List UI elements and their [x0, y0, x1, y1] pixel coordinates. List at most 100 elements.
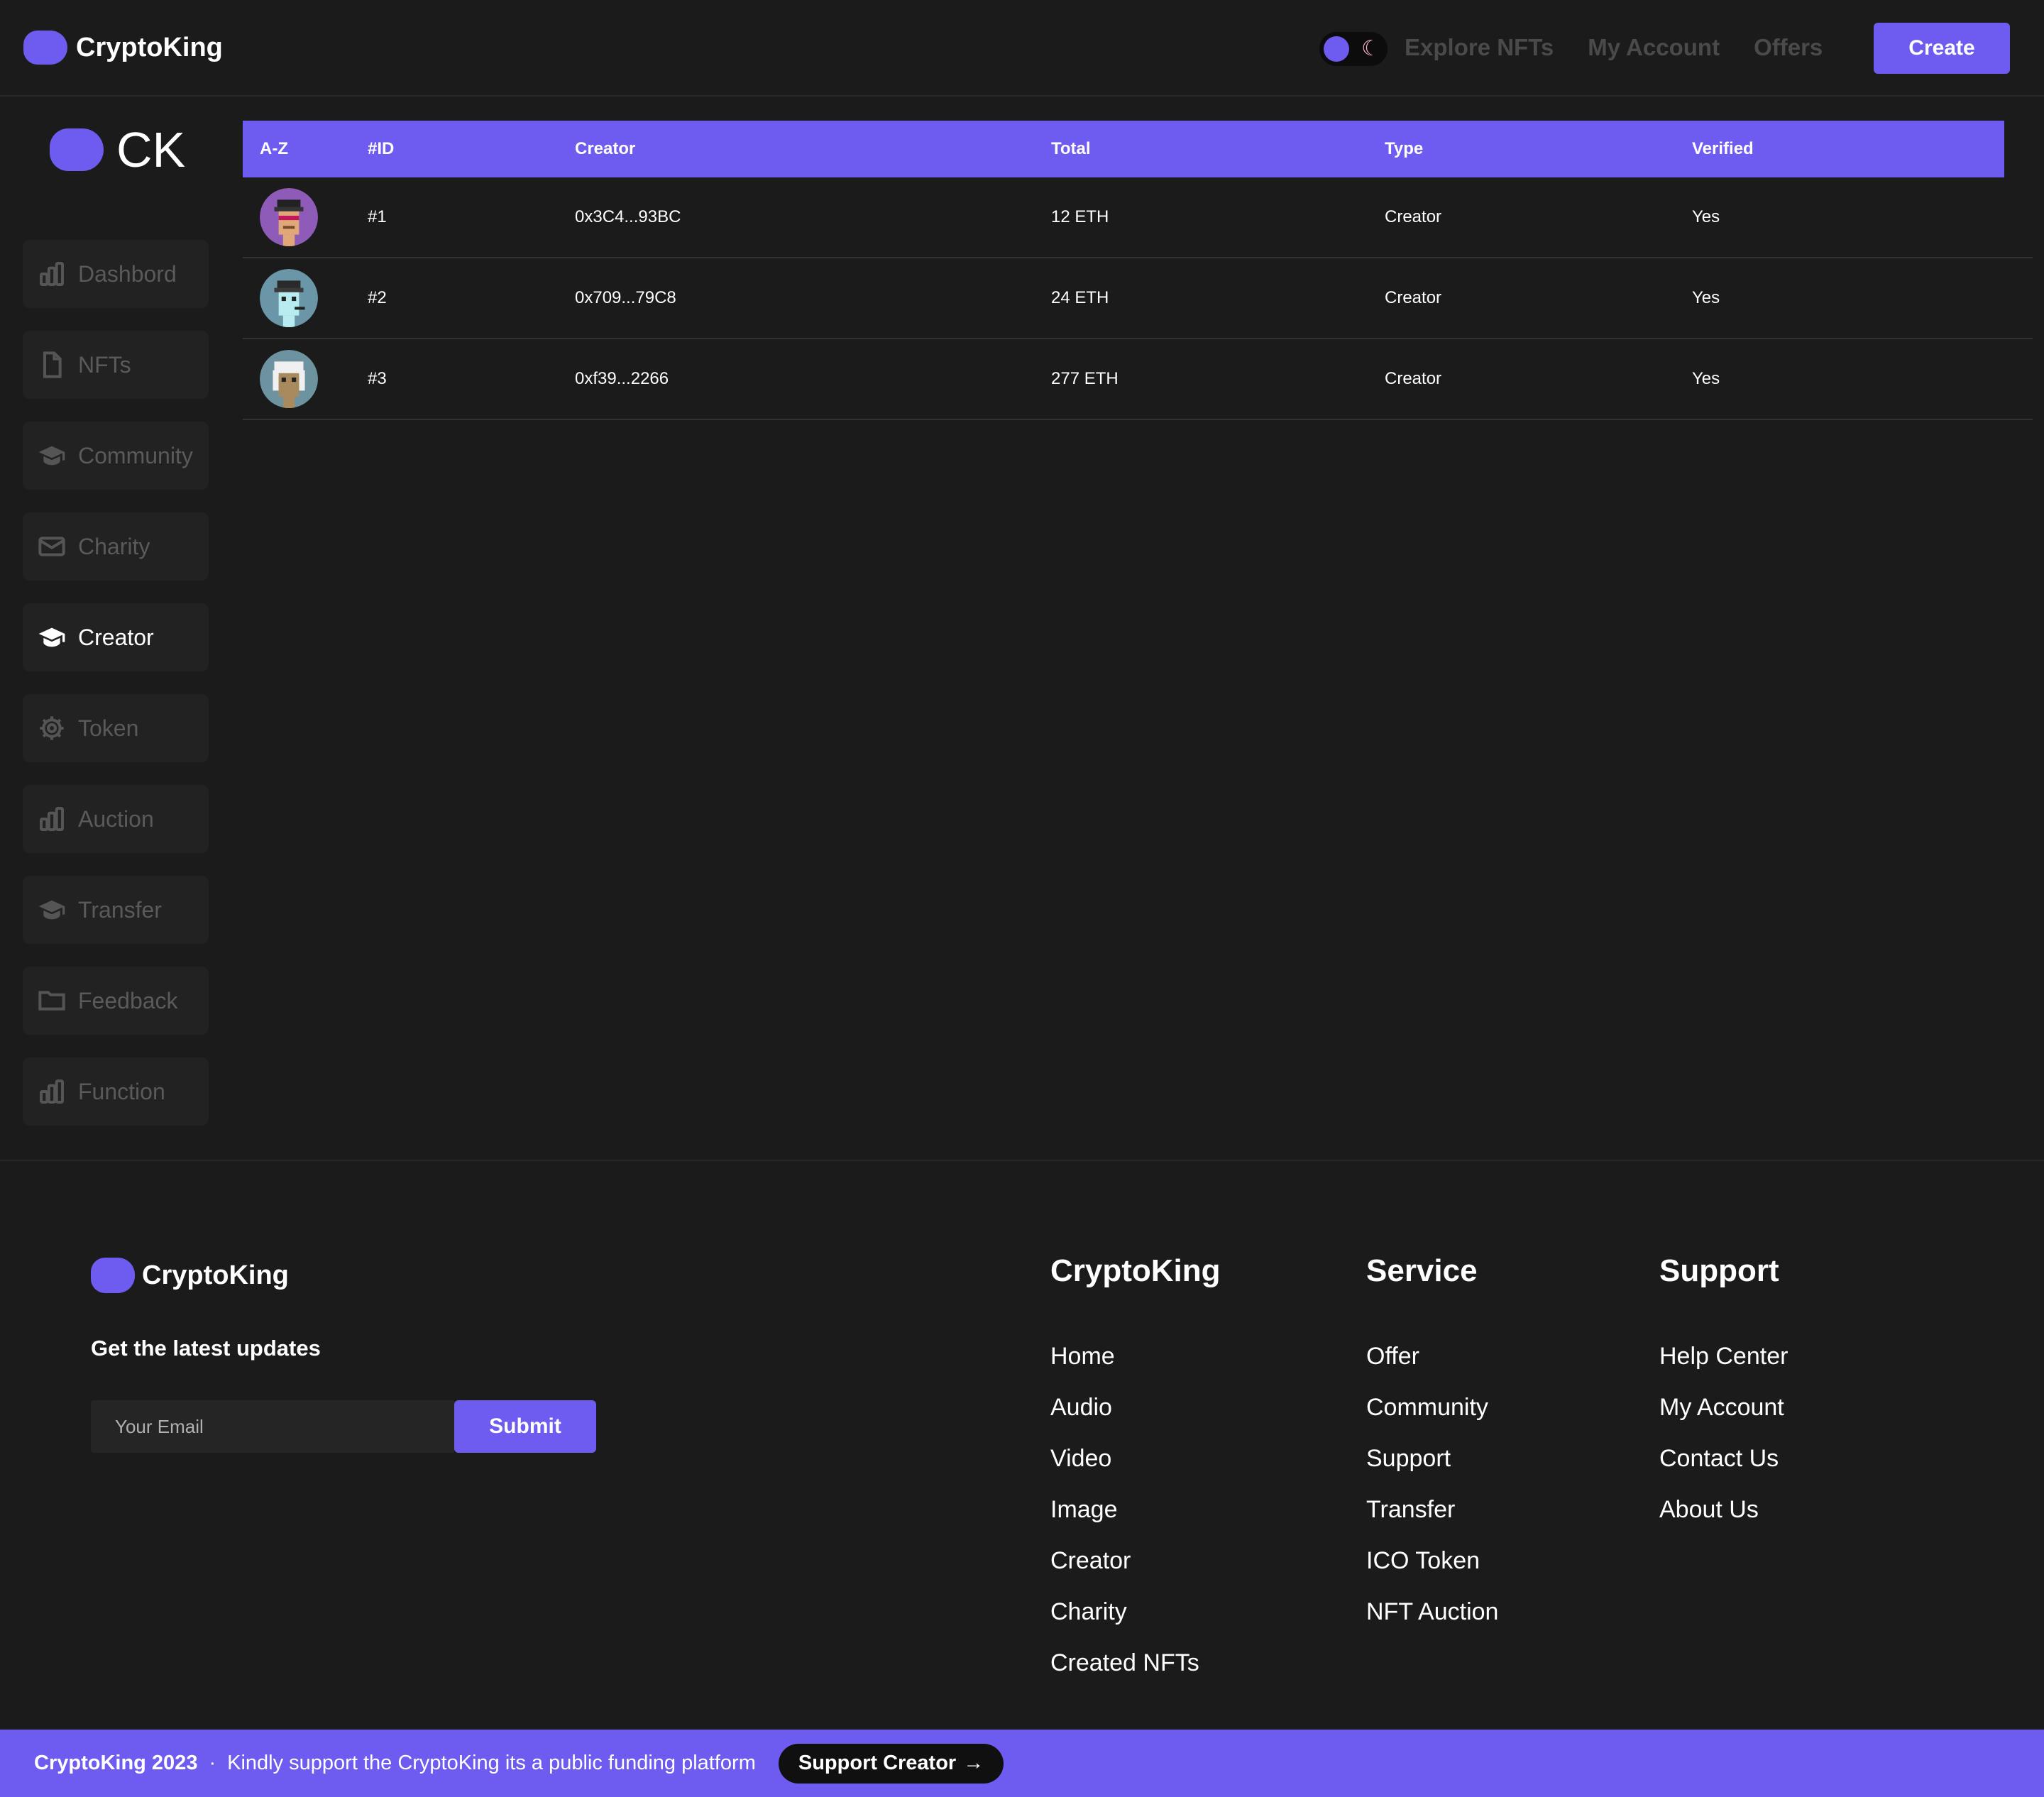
column-header-id[interactable]: #ID [351, 139, 558, 159]
row-total: 24 ETH [1051, 288, 1109, 307]
theme-toggle[interactable]: ☾ [1319, 32, 1388, 66]
sidebar-item-function[interactable]: Function [23, 1057, 209, 1126]
table-row[interactable]: #1 0x3C4...93BC 12 ETH Creator Yes [243, 177, 2033, 258]
sidebar-item-community[interactable]: Community [23, 422, 209, 490]
column-header-type[interactable]: Type [1368, 139, 1675, 159]
arrow-right-icon: → [963, 1752, 984, 1774]
submit-button[interactable]: Submit [454, 1400, 596, 1453]
row-creator-address: 0x709...79C8 [575, 288, 676, 307]
create-button[interactable]: Create [1874, 23, 2010, 74]
sidebar-item-label: Community [78, 442, 193, 468]
footer-link-creator[interactable]: Creator [1050, 1547, 1221, 1598]
footer-link-video[interactable]: Video [1050, 1445, 1221, 1496]
nav-link-offers[interactable]: Offers [1754, 34, 1823, 61]
logo-pill-icon [91, 1258, 135, 1293]
nav-link-my-account[interactable]: My Account [1588, 34, 1720, 61]
footer-link-community[interactable]: Community [1366, 1394, 1498, 1445]
footer-link-ico-token[interactable]: ICO Token [1366, 1547, 1498, 1598]
sidebar-item-label: Function [78, 1078, 165, 1104]
column-header-az[interactable]: A-Z [243, 139, 351, 159]
row-verified: Yes [1692, 207, 1720, 226]
row-id: #1 [368, 207, 387, 226]
column-header-verified[interactable]: Verified [1675, 139, 1754, 159]
sidebar-item-label: Creator [78, 624, 154, 650]
sidebar-logo[interactable]: CK [50, 125, 185, 175]
sidebar-item-label: Auction [78, 806, 154, 832]
footer-column-support: Support Help Center My Account Contact U… [1659, 1253, 1788, 1547]
graduation-cap-icon [37, 895, 67, 925]
footer-link-help-center[interactable]: Help Center [1659, 1343, 1788, 1394]
graduation-cap-icon [37, 441, 67, 471]
footer-column-title: Support [1659, 1253, 1779, 1288]
row-id: #3 [368, 369, 387, 388]
table-row[interactable]: #2 0x709...79C8 24 ETH Creator Yes [243, 258, 2033, 339]
table-row[interactable]: #3 0xf39...2266 277 ETH Creator Yes [243, 339, 2033, 420]
footer-brand-name: CryptoKing [142, 1260, 289, 1290]
brand-logo[interactable]: CryptoKing [23, 31, 223, 65]
footer-link-home[interactable]: Home [1050, 1343, 1221, 1394]
newsletter-heading: Get the latest updates [91, 1336, 321, 1361]
row-verified: Yes [1692, 288, 1720, 307]
sidebar-item-transfer[interactable]: Transfer [23, 876, 209, 944]
footer-link-offer[interactable]: Offer [1366, 1343, 1498, 1394]
sidebar-item-charity[interactable]: Charity [23, 512, 209, 581]
sidebar-item-token[interactable]: Token [23, 694, 209, 762]
avatar [260, 188, 318, 246]
copyright-text: CryptoKing 2023 [34, 1752, 198, 1774]
sidebar-item-creator[interactable]: Creator [23, 603, 209, 671]
logo-pill-icon [23, 31, 67, 65]
footer-link-my-account[interactable]: My Account [1659, 1394, 1788, 1445]
sidebar-item-feedback[interactable]: Feedback [23, 967, 209, 1035]
sidebar: Dashbord NFTs Community Charity Creator … [23, 240, 209, 1148]
footer-column-title: Service [1366, 1253, 1478, 1288]
sidebar-item-dashbord[interactable]: Dashbord [23, 240, 209, 308]
row-total: 277 ETH [1051, 369, 1119, 388]
row-type: Creator [1385, 207, 1442, 226]
footer-link-nft-auction[interactable]: NFT Auction [1366, 1598, 1498, 1649]
footer-link-about-us[interactable]: About Us [1659, 1496, 1788, 1547]
support-creator-label: Support Creator [798, 1752, 957, 1774]
row-id: #2 [368, 288, 387, 307]
support-creator-button[interactable]: Support Creator → [778, 1743, 1004, 1784]
row-type: Creator [1385, 288, 1442, 307]
logo-pill-icon [50, 128, 104, 171]
nav-link-explore-nfts[interactable]: Explore NFTs [1405, 34, 1554, 61]
footer-link-contact-us[interactable]: Contact Us [1659, 1445, 1788, 1496]
column-header-creator[interactable]: Creator [558, 139, 1034, 159]
sidebar-item-label: Transfer [78, 896, 162, 923]
bar-chart-icon [37, 804, 67, 834]
column-header-total[interactable]: Total [1034, 139, 1368, 159]
footer-link-image[interactable]: Image [1050, 1496, 1221, 1547]
brand-name: CryptoKing [76, 32, 223, 62]
sidebar-item-label: Dashbord [78, 260, 177, 287]
table-header: A-Z #ID Creator Total Type Verified [243, 121, 2004, 177]
sidebar-item-nfts[interactable]: NFTs [23, 331, 209, 399]
sidebar-item-label: Charity [78, 533, 150, 559]
folder-icon [37, 986, 67, 1016]
avatar [260, 269, 318, 327]
toggle-knob [1324, 36, 1349, 62]
bottom-banner: CryptoKing 2023 · Kindly support the Cry… [0, 1730, 2044, 1797]
footer-link-support[interactable]: Support [1366, 1445, 1498, 1496]
footer-column-title: CryptoKing [1050, 1253, 1221, 1288]
gear-icon [37, 713, 67, 743]
sidebar-item-auction[interactable]: Auction [23, 785, 209, 853]
row-verified: Yes [1692, 369, 1720, 388]
email-field[interactable] [91, 1400, 454, 1453]
footer-column-cryptoking: CryptoKing Home Audio Video Image Creato… [1050, 1253, 1221, 1700]
graduation-cap-icon [37, 622, 67, 652]
top-navbar: CryptoKing ☾ Explore NFTs My Account Off… [0, 0, 2044, 97]
footer-brand[interactable]: CryptoKing [91, 1258, 289, 1293]
footer-link-audio[interactable]: Audio [1050, 1394, 1221, 1445]
sidebar-item-label: Feedback [78, 987, 178, 1013]
footer-link-charity[interactable]: Charity [1050, 1598, 1221, 1649]
row-total: 12 ETH [1051, 207, 1109, 226]
avatar-cell [243, 350, 351, 408]
row-type: Creator [1385, 369, 1442, 388]
support-message: Kindly support the CryptoKing its a publ… [227, 1752, 756, 1774]
footer-link-transfer[interactable]: Transfer [1366, 1496, 1498, 1547]
sidebar-logo-text: CK [116, 122, 186, 177]
moon-icon: ☾ [1361, 37, 1380, 60]
footer-link-created-nfts[interactable]: Created NFTs [1050, 1649, 1221, 1700]
row-creator-address: 0x3C4...93BC [575, 207, 681, 226]
